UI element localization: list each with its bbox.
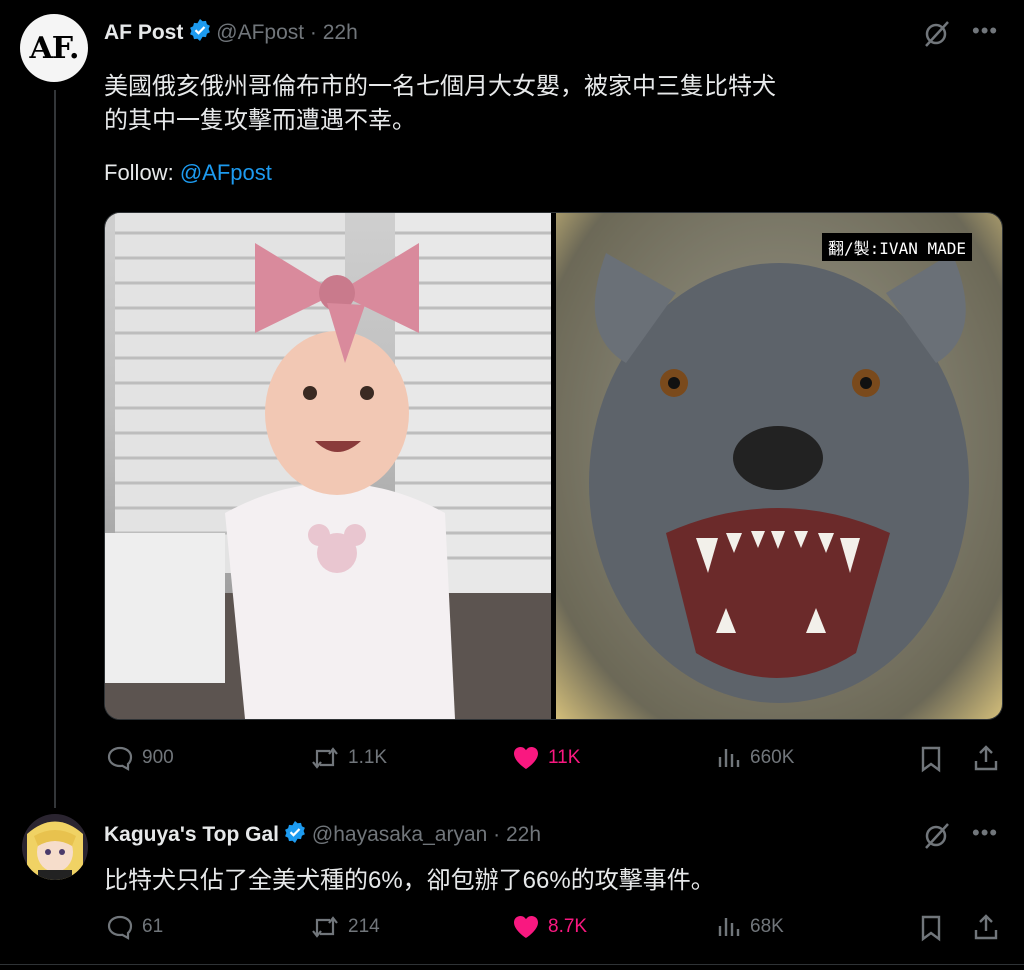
views-count: 68K xyxy=(750,916,784,937)
more-options-icon[interactable]: ••• xyxy=(972,18,998,44)
views-button[interactable]: 660K xyxy=(716,745,794,771)
thread-connector xyxy=(54,90,56,808)
tweet-text-line-2: 的其中一隻攻擊而遭遇不幸。 xyxy=(104,107,416,134)
repost-count: 1.1K xyxy=(348,747,388,768)
avatar[interactable]: AF. xyxy=(20,14,88,82)
reply-icon xyxy=(107,746,133,771)
author-handle[interactable]: @AFpost · 22h xyxy=(216,21,358,44)
media-credit-watermark: 翻/製:IVAN MADE xyxy=(822,233,972,261)
repost-icon xyxy=(312,916,338,938)
tweet-text-line-1: 美國俄亥俄州哥倫布市的一名七個月大女嬰，被家中三隻比特犬 xyxy=(104,73,776,100)
heart-icon xyxy=(514,747,538,769)
bookmark-icon[interactable] xyxy=(918,914,944,947)
verified-badge-icon xyxy=(283,820,307,849)
views-chart-icon xyxy=(718,918,740,936)
baby-photo[interactable] xyxy=(105,213,551,719)
share-icon[interactable] xyxy=(972,913,1000,946)
views-count: 660K xyxy=(750,747,795,768)
views-chart-icon xyxy=(718,749,740,767)
pitbull-photo[interactable]: 翻/製:IVAN MADE xyxy=(556,213,1002,719)
grok-icon[interactable] xyxy=(922,20,952,53)
tweet-media[interactable]: 翻/製:IVAN MADE xyxy=(104,212,1003,720)
views-button[interactable]: 68K xyxy=(716,914,784,940)
repost-button[interactable]: 214 xyxy=(310,914,380,940)
follow-handle-link[interactable]: @AFpost xyxy=(180,160,272,185)
reply-button[interactable]: 61 xyxy=(106,914,163,940)
author-name[interactable]: AF Post xyxy=(104,21,183,44)
bookmark-icon[interactable] xyxy=(918,745,944,778)
tweet-text: 比特犬只佔了全美犬種的6%，卻包辦了66%的攻擊事件。 xyxy=(104,867,715,894)
follow-label: Follow: xyxy=(104,160,174,185)
like-count: 8.7K xyxy=(548,916,588,937)
reply-count: 900 xyxy=(142,747,174,768)
reply-icon xyxy=(107,915,133,940)
verified-badge-icon xyxy=(188,18,212,47)
author-handle[interactable]: @hayasaka_aryan · 22h xyxy=(312,823,541,846)
like-button[interactable]: 11K xyxy=(512,745,580,771)
tweet-header: AF Post @AFpost · 22h xyxy=(104,18,358,47)
reply-button[interactable]: 900 xyxy=(106,745,174,771)
divider xyxy=(0,964,1024,965)
repost-icon xyxy=(312,747,338,769)
like-count: 11K xyxy=(548,747,581,768)
tweet-text: 美國俄亥俄州哥倫布市的一名七個月大女嬰，被家中三隻比特犬 的其中一隻攻擊而遭遇不… xyxy=(104,70,776,138)
author-name[interactable]: Kaguya's Top Gal xyxy=(104,823,279,846)
repost-count: 214 xyxy=(348,916,380,937)
reply-count: 61 xyxy=(142,916,164,937)
share-icon[interactable] xyxy=(972,744,1000,777)
follow-line: Follow: @AFpost xyxy=(104,160,272,186)
grok-icon[interactable] xyxy=(922,822,952,855)
heart-icon xyxy=(514,916,538,938)
repost-button[interactable]: 1.1K xyxy=(310,745,387,771)
more-options-icon[interactable]: ••• xyxy=(972,820,998,846)
avatar[interactable] xyxy=(22,814,88,880)
tweet-header: Kaguya's Top Gal @hayasaka_aryan · 22h xyxy=(104,820,541,849)
like-button[interactable]: 8.7K xyxy=(512,914,587,940)
